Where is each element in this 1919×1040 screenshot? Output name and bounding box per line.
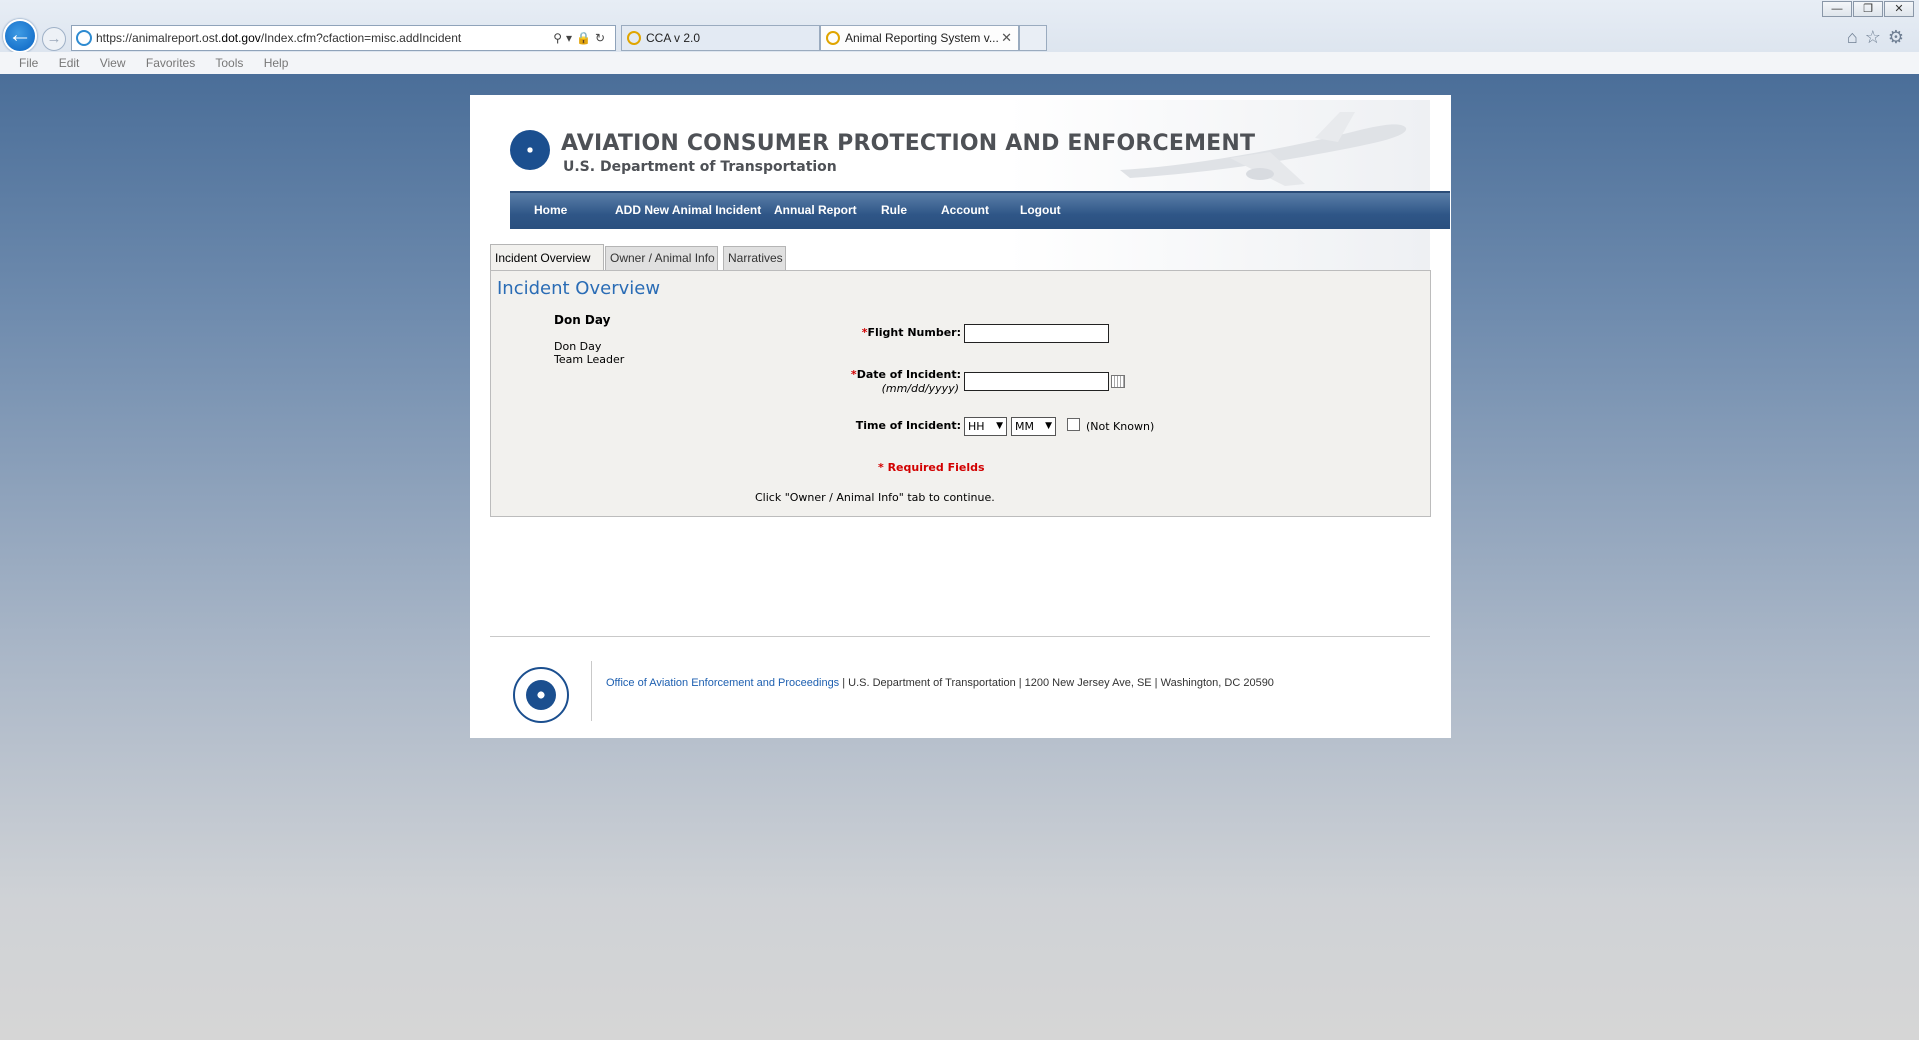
minute-select[interactable]: MM ▼ [1011,417,1056,436]
favorites-star-icon[interactable]: ☆ [1865,27,1888,47]
footer-divider [490,636,1430,637]
required-fields-note: * Required Fields [878,461,985,474]
ie-tab-icon [826,31,840,45]
menu-file[interactable]: File [19,56,38,70]
menu-edit[interactable]: Edit [59,56,80,70]
chevron-down-icon: ▼ [996,421,1003,431]
address-bar[interactable]: https://animalreport.ost.dot.gov/Index.c… [71,25,616,51]
site-title: AVIATION CONSUMER PROTECTION AND ENFORCE… [561,131,1256,156]
url-prefix: https://animalreport.ost. [96,31,222,45]
tab-incident-overview[interactable]: Incident Overview [490,244,604,271]
browser-tab-animal-reporting[interactable]: Animal Reporting System v... ✕ [820,25,1019,51]
ie-tab-icon [627,31,641,45]
browser-tab-cca[interactable]: CCA v 2.0 [621,25,820,51]
nav-logout[interactable]: Logout [1020,193,1061,227]
footer-separator [591,661,592,721]
menu-view[interactable]: View [100,56,126,70]
home-icon[interactable]: ⌂ [1847,27,1865,47]
user-role: Team Leader [554,353,625,366]
menu-bar: File Edit View Favorites Tools Help [0,52,1919,74]
not-known-label: (Not Known) [1086,420,1155,433]
calendar-icon[interactable] [1111,375,1125,388]
date-of-incident-label: *Date of Incident: [850,368,961,381]
browser-tab-label: CCA v 2.0 [646,31,701,45]
nav-home[interactable]: Home [534,193,567,227]
continue-instruction: Click "Owner / Animal Info" tab to conti… [755,491,995,504]
user-name: Don Day [554,340,602,353]
back-button[interactable]: ← [3,19,37,53]
dot-seal-icon [513,667,569,723]
url-domain: dot.gov [221,31,261,45]
flight-number-label: *Flight Number: [861,326,961,339]
main-nav: Home ADD New Animal Incident Annual Repo… [510,191,1450,229]
new-tab-button[interactable] [1019,25,1047,51]
browser-right-icons: ⌂☆⚙ [1847,27,1911,48]
time-of-incident-label: Time of Incident: [855,419,961,432]
nav-account[interactable]: Account [941,193,989,227]
office-link[interactable]: Office of Aviation Enforcement and Proce… [606,677,839,689]
footer-address: | U.S. Department of Transportation | 12… [839,677,1274,689]
tab-narratives[interactable]: Narratives [723,246,786,271]
flight-number-input[interactable] [964,324,1109,343]
close-window-button[interactable]: ✕ [1884,1,1914,17]
address-tools-icon[interactable]: ⚲▾🔒↻ [553,26,609,50]
minimize-button[interactable]: — [1822,1,1852,17]
browser-chrome: ← → https://animalreport.ost.dot.gov/Ind… [0,0,1919,74]
forward-button[interactable]: → [42,27,66,51]
gear-icon[interactable]: ⚙ [1888,27,1911,47]
dot-logo-icon [510,130,550,170]
not-known-checkbox[interactable] [1067,418,1080,431]
menu-tools[interactable]: Tools [215,56,243,70]
menu-favorites[interactable]: Favorites [146,56,195,70]
footer-text: Office of Aviation Enforcement and Proce… [606,677,1274,689]
date-format-hint: (mm/dd/yyyy) [881,382,959,395]
menu-help[interactable]: Help [264,56,289,70]
nav-add-new-animal-incident[interactable]: ADD New Animal Incident [615,193,761,227]
user-name-heading: Don Day [554,313,611,327]
url-path: /Index.cfm?cfaction=misc.addIncident [260,31,462,45]
tab-owner-animal-info[interactable]: Owner / Animal Info [605,246,718,271]
date-of-incident-input[interactable] [964,372,1109,391]
nav-rule[interactable]: Rule [881,193,907,227]
page-container: AVIATION CONSUMER PROTECTION AND ENFORCE… [470,95,1451,738]
ie-page-icon [76,30,92,46]
nav-annual-report[interactable]: Annual Report [774,193,857,227]
close-tab-icon[interactable]: ✕ [1001,26,1012,50]
site-subtitle: U.S. Department of Transportation [563,159,837,175]
panel-title: Incident Overview [497,278,661,299]
chevron-down-icon: ▼ [1045,421,1052,431]
restore-button[interactable]: ❐ [1853,1,1883,17]
incident-overview-panel: Incident Overview Don Day Don Day Team L… [490,270,1431,517]
hour-select[interactable]: HH ▼ [964,417,1007,436]
browser-tab-label: Animal Reporting System v... [845,31,999,45]
